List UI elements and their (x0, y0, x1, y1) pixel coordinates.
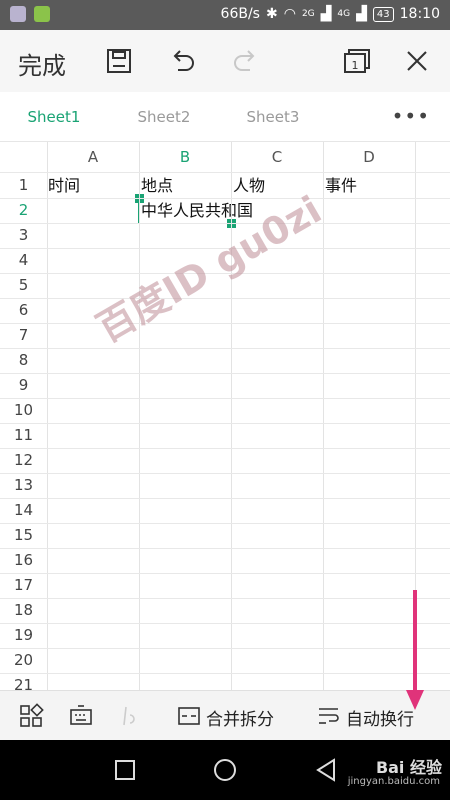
grid-row-line (0, 298, 450, 299)
cell-a1[interactable]: 时间 (48, 173, 80, 198)
tab-sheet3[interactable]: Sheet3 (229, 92, 317, 142)
grid-row-line (0, 473, 450, 474)
tab-sheet2[interactable]: Sheet2 (120, 92, 208, 142)
system-nav-bar: Bai 经验 jingyan.baidu.com (0, 740, 450, 800)
row-header-21[interactable]: 21 (0, 673, 47, 690)
svg-text:1: 1 (352, 59, 359, 72)
row-header-15[interactable]: 15 (0, 523, 47, 548)
back-icon[interactable] (314, 757, 338, 783)
selected-cell-outline (138, 198, 232, 224)
more-tabs-button[interactable]: ••• (392, 104, 430, 128)
row-header-1[interactable]: 1 (0, 173, 47, 198)
grid-row-line (0, 498, 450, 499)
wrap-text-icon[interactable] (316, 703, 342, 729)
tab-sheet1[interactable]: Sheet1 (10, 92, 98, 142)
undo-icon[interactable] (166, 44, 200, 78)
merge-split-button[interactable]: 合并拆分 (206, 705, 274, 730)
grid-row-line (0, 648, 450, 649)
grid-row-line (0, 673, 450, 674)
row-header-14[interactable]: 14 (0, 498, 47, 523)
grid-row-line (0, 598, 450, 599)
grid-row-line (0, 548, 450, 549)
grid-row-line (0, 448, 450, 449)
clock: 18:10 (399, 6, 440, 22)
recent-apps-icon[interactable] (113, 758, 137, 782)
save-icon[interactable] (102, 44, 136, 78)
grid-row-line (0, 373, 450, 374)
signal-4g: 4G (337, 9, 351, 19)
column-header-c[interactable]: C (231, 142, 323, 172)
grid-row-line (0, 198, 450, 199)
battery-indicator: 43 (372, 6, 394, 22)
keyboard-icon[interactable] (68, 703, 94, 729)
close-icon[interactable] (400, 44, 434, 78)
row-header-20[interactable]: 20 (0, 648, 47, 673)
apps-grid-icon[interactable] (18, 703, 44, 729)
grid-row-line (0, 573, 450, 574)
gallery-notification-icon (10, 6, 26, 22)
grid-row-line (0, 423, 450, 424)
baidu-jingyan-logo: Bai 经验 (375, 758, 442, 777)
annotation-arrow-icon (406, 590, 424, 710)
row-header-2[interactable]: 2 (0, 198, 47, 223)
merge-split-icon[interactable] (176, 703, 202, 729)
bluetooth-icon: ✱ (265, 6, 278, 22)
grid-column-line (47, 142, 48, 690)
cell-c1[interactable]: 人物 (233, 173, 265, 198)
grid-row-line (0, 523, 450, 524)
done-button[interactable]: 完成 (18, 46, 66, 81)
sheet-tabs: Sheet1 Sheet2 Sheet3 ••• (0, 92, 450, 142)
baidu-jingyan-url: jingyan.baidu.com (347, 776, 440, 787)
grid-row-line (0, 323, 450, 324)
grid-column-line (139, 142, 140, 690)
signal-icon: ▟ (320, 6, 332, 22)
row-header-19[interactable]: 19 (0, 623, 47, 648)
bottom-toolbar: 合并拆分 自动换行 (0, 690, 450, 740)
app-notification-icon (34, 6, 50, 22)
grid-row-line (0, 398, 450, 399)
row-header-18[interactable]: 18 (0, 598, 47, 623)
grid-row-line (0, 623, 450, 624)
row-header-16[interactable]: 16 (0, 548, 47, 573)
row-header-3[interactable]: 3 (0, 223, 47, 248)
row-header-10[interactable]: 10 (0, 398, 47, 423)
auto-wrap-button[interactable]: 自动换行 (346, 705, 414, 730)
row-header-4[interactable]: 4 (0, 248, 47, 273)
network-speed: 66B/s (220, 6, 260, 22)
row-header-12[interactable]: 12 (0, 448, 47, 473)
wifi-icon: ◠ (283, 6, 296, 22)
cell-b1[interactable]: 地点 (141, 173, 173, 198)
row-header-5[interactable]: 5 (0, 273, 47, 298)
signal-icon-2: ▟ (356, 6, 367, 22)
window-switch-icon[interactable]: 1 (338, 44, 372, 78)
row-header-17[interactable]: 17 (0, 573, 47, 598)
row-header-11[interactable]: 11 (0, 423, 47, 448)
top-toolbar: 完成 1 (0, 30, 450, 92)
row-header-9[interactable]: 9 (0, 373, 47, 398)
status-bar: 66B/s ✱ ◠ 2G ▟ 4G ▟ 43 18:10 (0, 0, 450, 30)
redo-icon[interactable] (228, 44, 262, 78)
column-header-b[interactable]: B (139, 142, 231, 172)
fill-handle-icon[interactable] (120, 703, 146, 729)
row-header-6[interactable]: 6 (0, 298, 47, 323)
signal-2g: 2G (301, 9, 315, 19)
home-icon[interactable] (212, 757, 238, 783)
app-screen: 66B/s ✱ ◠ 2G ▟ 4G ▟ 43 18:10 完成 1 Sheet1… (0, 0, 450, 800)
grid-row-line (0, 348, 450, 349)
row-header-7[interactable]: 7 (0, 323, 47, 348)
grid-row-line (0, 172, 450, 173)
column-header-a[interactable]: A (47, 142, 139, 172)
row-header-8[interactable]: 8 (0, 348, 47, 373)
row-header-13[interactable]: 13 (0, 473, 47, 498)
